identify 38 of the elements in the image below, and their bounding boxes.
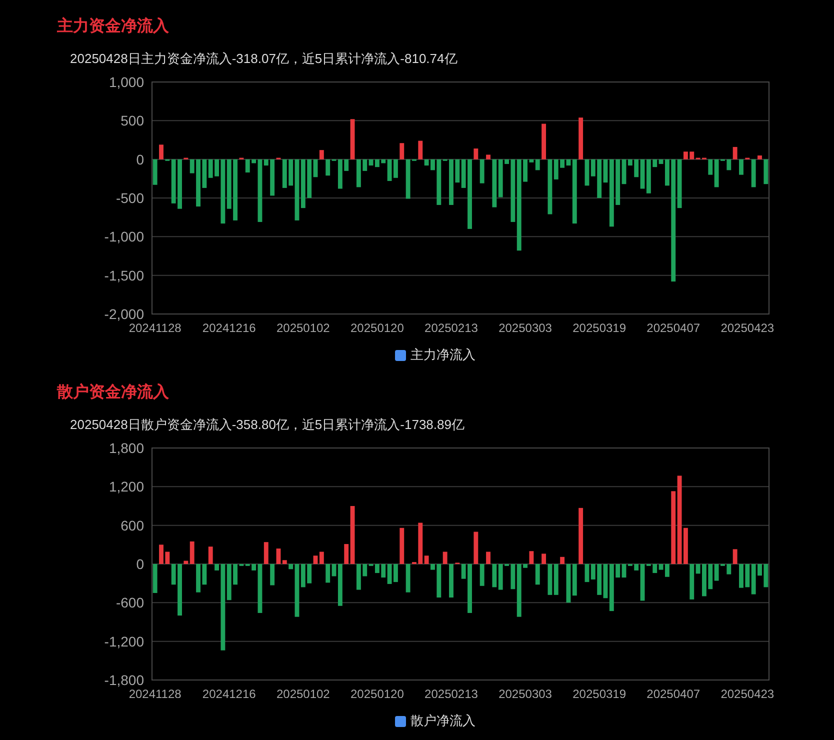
x-tick-label: 20250120: [350, 321, 404, 332]
y-tick-label: 0: [136, 151, 144, 168]
x-tick-label: 20241216: [202, 321, 256, 332]
section-title: 散户资金净流入: [57, 382, 169, 403]
x-tick-label: 20250102: [276, 687, 330, 698]
x-tick-label: 20241128: [128, 687, 182, 698]
x-tick-label: 20250303: [498, 321, 552, 332]
y-tick-label: 0: [136, 556, 144, 572]
y-tick-label: 600: [120, 517, 144, 534]
section-title: 主力资金净流入: [57, 16, 169, 37]
x-tick-label: 20250423: [720, 687, 774, 698]
x-tick-label: 20250102: [276, 321, 330, 332]
y-tick-label: -1,800: [104, 672, 144, 688]
legend-item[interactable]: 主力净流入: [394, 347, 476, 363]
summary-text: 20250428日散户资金净流入-358.80亿，近5日累计净流入-1738.89亿: [70, 416, 464, 434]
x-tick-label: 20241216: [202, 687, 256, 698]
y-tick-label: -500: [116, 190, 144, 206]
x-tick-label: 20250120: [350, 687, 404, 698]
y-tick-label: -600: [116, 594, 144, 611]
legend-item[interactable]: 散户净流入: [394, 713, 476, 729]
y-tick-label: -2,000: [104, 306, 144, 322]
x-tick-label: 20250213: [424, 687, 478, 698]
x-tick-label: 20250213: [424, 321, 478, 332]
y-tick-label: 1,000: [108, 74, 144, 90]
x-tick-label: 20250407: [646, 321, 700, 332]
x-tick-label: 20250319: [572, 321, 626, 332]
x-tick-label: 20250319: [572, 687, 626, 698]
y-tick-label: 1,800: [108, 440, 144, 456]
x-tick-label: 20241128: [128, 321, 182, 332]
y-tick-label: -1,500: [104, 267, 144, 284]
y-tick-label: -1,200: [104, 633, 144, 650]
y-tick-label: 500: [120, 112, 144, 129]
y-tick-label: 1,200: [108, 478, 144, 495]
x-tick-label: 20250407: [646, 687, 700, 698]
y-tick-label: -1,000: [104, 228, 144, 245]
x-tick-label: 20250423: [720, 321, 774, 332]
x-tick-label: 20250303: [498, 687, 552, 698]
summary-text: 20250428日主力资金净流入-318.07亿，近5日累计净流入-810.74亿: [70, 50, 458, 68]
